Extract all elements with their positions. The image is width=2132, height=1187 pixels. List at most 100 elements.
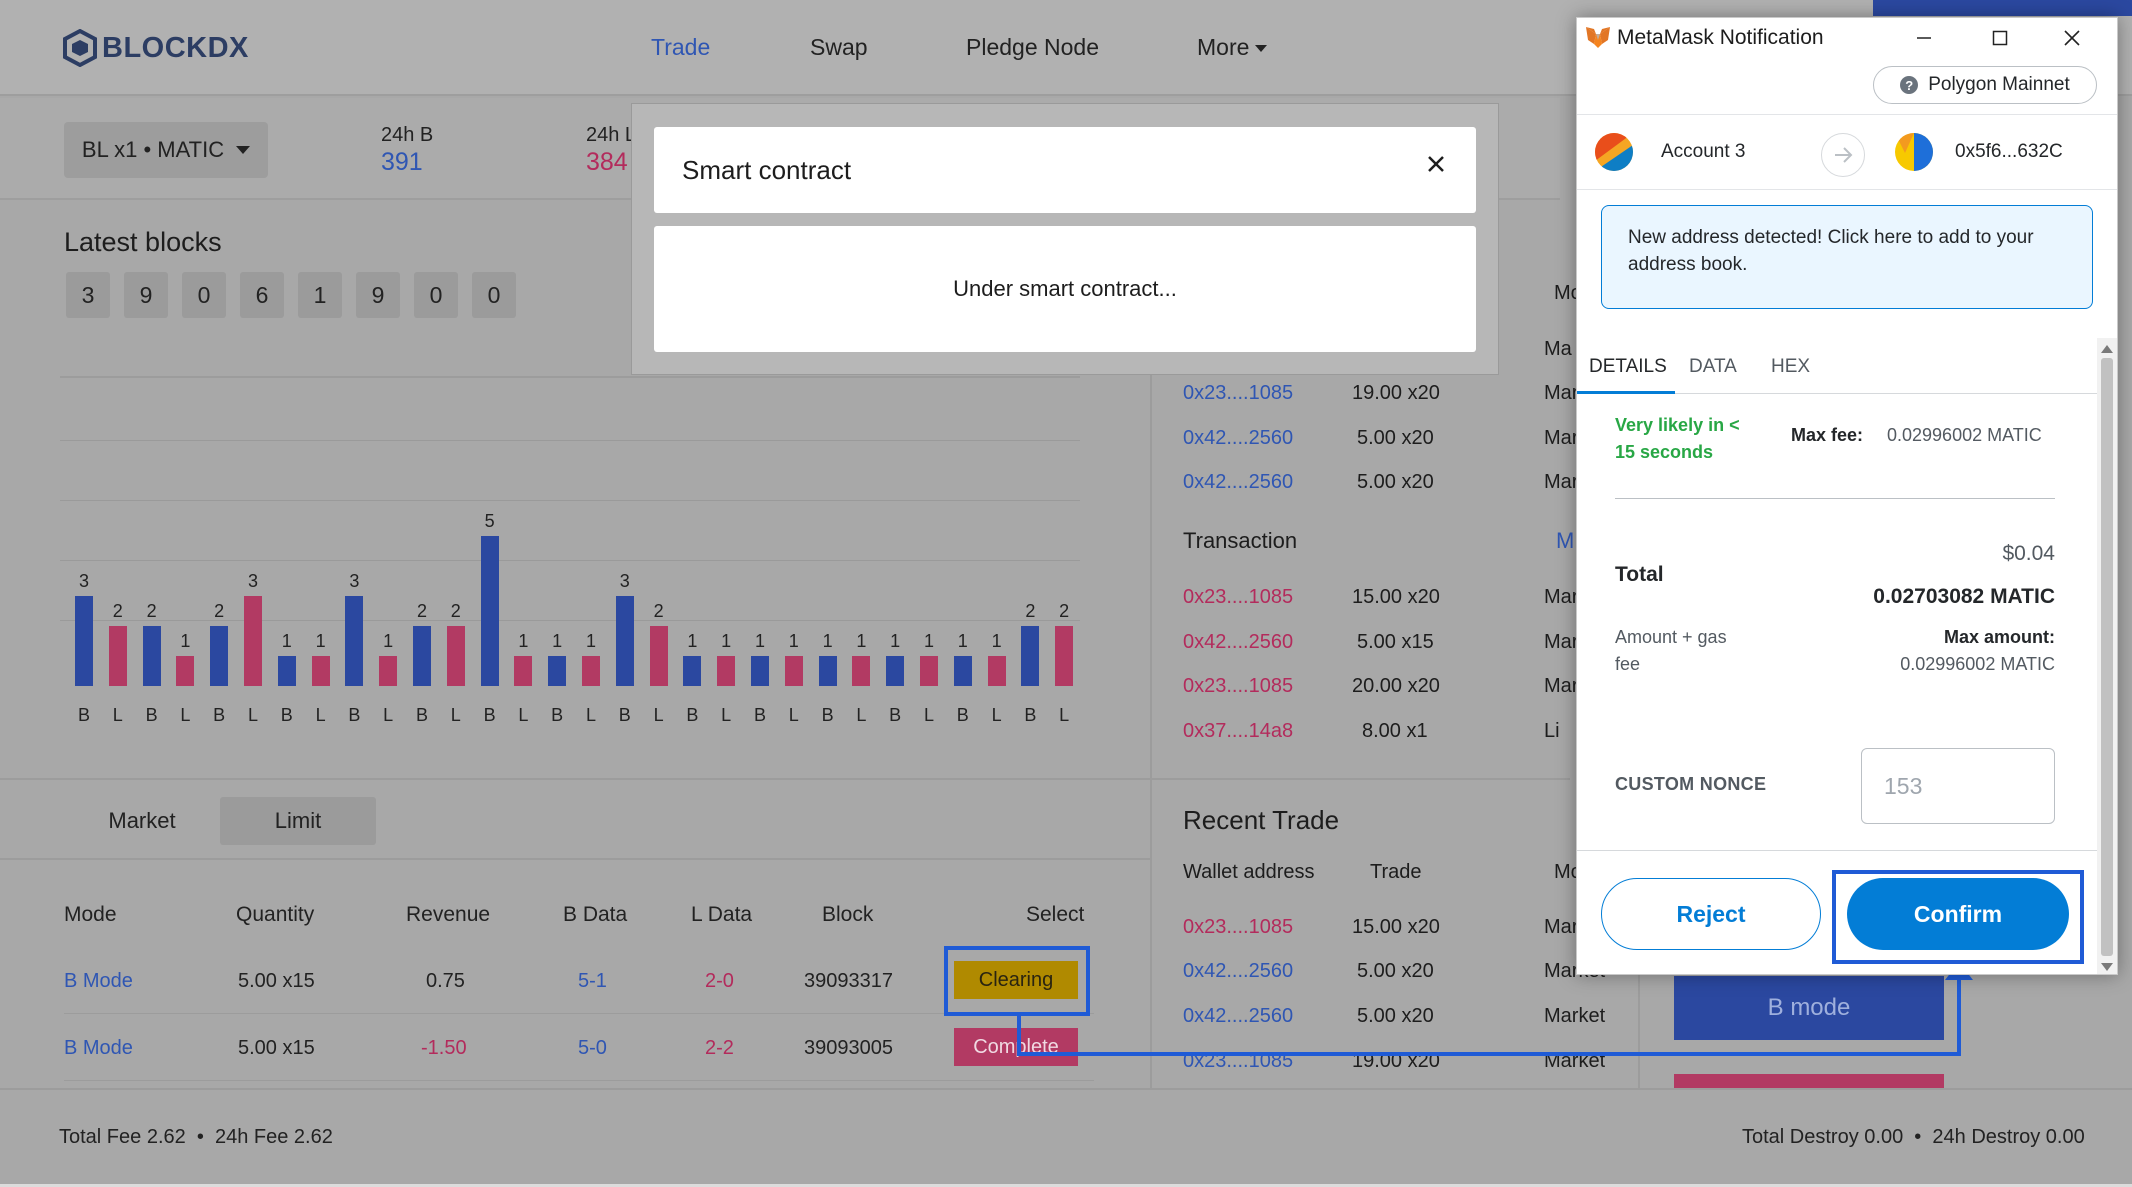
total-usd: $0.04: [2002, 542, 2055, 565]
chart-bar-value-label: 1: [923, 631, 934, 651]
total-label: Total: [1615, 563, 1664, 586]
chart-bar-value-label: 2: [112, 601, 123, 621]
chart-bar-group: 2B: [210, 601, 229, 725]
nav-swap[interactable]: Swap: [810, 34, 868, 61]
transaction-address[interactable]: 0x37....14a8: [1183, 720, 1293, 743]
chart-bar-l: [311, 656, 330, 686]
chart-bar-group: 1B: [277, 631, 296, 725]
tab-data[interactable]: DATA: [1689, 356, 1737, 378]
sender-recipient-row: Account 3 0x5f6...632C: [1577, 114, 2117, 190]
footer-divider: [0, 1088, 2132, 1090]
new-address-notice[interactable]: New address detected! Click here to add …: [1601, 205, 2093, 309]
transaction-mode: Mar: [1544, 675, 1579, 697]
tab-hex[interactable]: HEX: [1771, 356, 1810, 378]
modal-title: Smart contract: [682, 155, 852, 185]
stat-24h-b-label: 24h B: [381, 124, 434, 146]
chart-bar-value-label: 5: [484, 511, 495, 531]
block-digit: 0: [414, 272, 458, 318]
chart-category-label: B: [821, 705, 834, 725]
window-title: MetaMask Notification: [1617, 26, 1824, 49]
chart-bar-b: [413, 626, 431, 686]
chart-bar-group: 1B: [818, 631, 837, 725]
transaction-address[interactable]: 0x42....2560: [1183, 631, 1293, 654]
chart-bar-group: 1B: [548, 631, 567, 725]
scroll-up-icon[interactable]: [2100, 344, 2114, 354]
pair-selector-label: BL x1 • MATIC: [81, 137, 225, 162]
chart-bar-group: 2L: [446, 601, 465, 725]
order-b-data: 5-1: [578, 970, 607, 992]
trade-address[interactable]: 0x42....2560: [1183, 427, 1293, 450]
network-selector[interactable]: ? Polygon Mainnet: [1873, 66, 2097, 104]
chart-bar-value-label: 1: [890, 631, 901, 651]
transaction-more-link[interactable]: M: [1556, 528, 1574, 554]
chart-bar-value-label: 3: [78, 571, 89, 591]
nav-more[interactable]: More: [1197, 34, 1268, 61]
stat-24h-l-label: 24h L: [586, 124, 631, 146]
nav-trade[interactable]: Trade: [651, 34, 710, 61]
trade-address[interactable]: 0x42....2560: [1183, 471, 1293, 494]
block-digit: 9: [356, 272, 400, 318]
order-revenue: 0.75: [426, 970, 465, 992]
chart-category-label: L: [721, 705, 732, 725]
chart-bar-l: [920, 656, 938, 686]
col-header-quantity: Quantity: [236, 903, 315, 926]
chart-bar-value-label: 1: [991, 631, 1002, 651]
from-account-name: Account 3: [1661, 141, 1746, 162]
minimize-icon[interactable]: [1907, 24, 1941, 52]
b-mode-button[interactable]: B mode: [1674, 976, 1944, 1040]
recent-address[interactable]: 0x42....2560: [1183, 1005, 1293, 1028]
l-mode-button[interactable]: [1674, 1074, 1944, 1088]
close-icon[interactable]: [2055, 24, 2089, 52]
transaction-address[interactable]: 0x23....1085: [1183, 586, 1293, 609]
chart-bar-value-label: 1: [180, 631, 191, 651]
chart-bar-group: 2B: [413, 601, 431, 725]
chart-bar-group: 1L: [514, 631, 533, 725]
chart-bar-group: 1B: [751, 631, 769, 725]
caret-down-icon: [236, 146, 251, 154]
maximize-icon[interactable]: [1983, 24, 2017, 52]
chart-bar-group: 1L: [717, 631, 736, 725]
order-l-data: 2-2: [705, 1037, 734, 1059]
tab-details[interactable]: DETAILS: [1589, 356, 1667, 378]
chart-bar-l: [784, 656, 803, 686]
complete-status-button[interactable]: Complete: [954, 1028, 1078, 1066]
recent-trade-mode: Mar: [1544, 916, 1579, 938]
transaction-amount: 8.00 x1: [1362, 720, 1428, 742]
custom-nonce-input[interactable]: 153: [1861, 748, 2055, 824]
max-fee-label: Max fee:: [1791, 425, 1864, 445]
col-header-mode: Mode: [64, 903, 117, 926]
pair-selector[interactable]: BL x1 • MATIC: [64, 122, 268, 178]
close-icon[interactable]: [1424, 152, 1448, 176]
transaction-address[interactable]: 0x23....1085: [1183, 675, 1293, 698]
tab-limit[interactable]: Limit: [220, 797, 376, 845]
recent-address[interactable]: 0x42....2560: [1183, 960, 1293, 983]
trade-amount: 5.00 x20: [1357, 471, 1434, 493]
nav-pledge-node[interactable]: Pledge Node: [966, 34, 1099, 61]
chart-category-label: L: [315, 705, 326, 725]
row-divider: [64, 1080, 1094, 1081]
chart-bar-l: [176, 656, 195, 686]
order-mode[interactable]: B Mode: [64, 970, 133, 993]
order-revenue: -1.50: [421, 1037, 467, 1059]
chart-bar-value-label: 2: [1025, 601, 1036, 621]
chart-bar-group: 1L: [920, 631, 938, 725]
col-header-l-data: L Data: [691, 903, 753, 926]
scroll-down-icon[interactable]: [2100, 962, 2114, 972]
recent-address[interactable]: 0x23....1085: [1183, 916, 1293, 939]
connector-line: [1017, 1016, 1021, 1056]
reject-button[interactable]: Reject: [1601, 878, 1821, 950]
order-mode[interactable]: B Mode: [64, 1037, 133, 1060]
chart-bar-b: [210, 626, 229, 686]
trade-address[interactable]: 0x23....1085: [1183, 382, 1293, 405]
chart-bar-b: [277, 656, 296, 686]
scrollbar-thumb[interactable]: [2101, 358, 2113, 956]
chart-bar-group: 2B: [142, 601, 161, 725]
chart-bar-value-label: 1: [687, 631, 698, 651]
chart-bar-value-label: 1: [281, 631, 292, 651]
chart-bar-l: [717, 656, 736, 686]
chart-bar-value-label: 2: [450, 601, 461, 621]
tab-market[interactable]: Market: [72, 797, 212, 845]
trade-mode: Mar: [1544, 471, 1579, 493]
brand-logo[interactable]: BLOCKDX: [62, 28, 249, 68]
chart-bar-group: 3L: [244, 571, 262, 725]
